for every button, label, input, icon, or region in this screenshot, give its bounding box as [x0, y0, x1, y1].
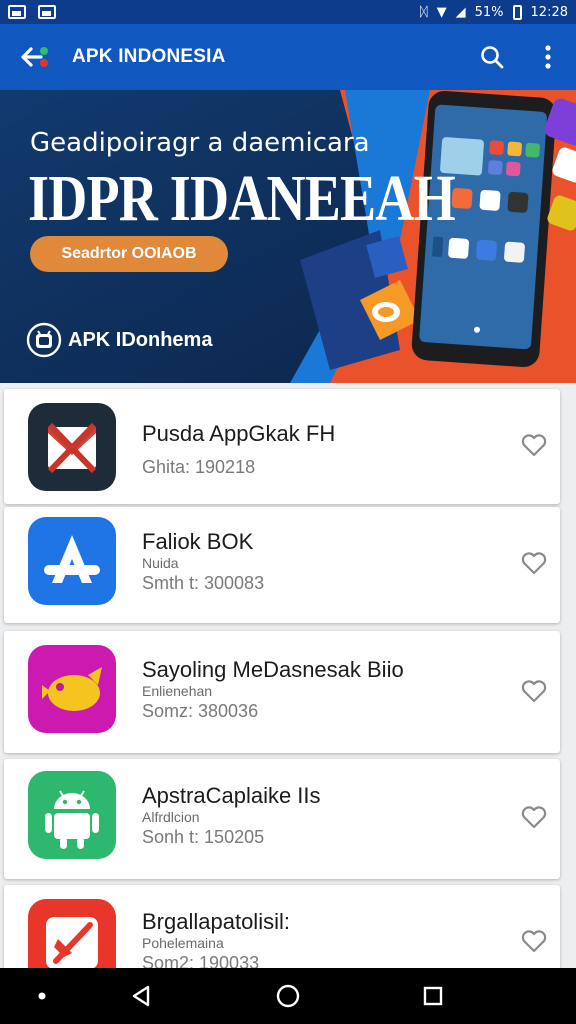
search-button[interactable]: [464, 29, 520, 85]
back-triangle-icon: [132, 985, 150, 1007]
app-size: Somz: 380036: [142, 701, 259, 721]
dot-icon: [38, 992, 46, 1000]
app-icon: [28, 517, 116, 605]
app-name: Faliok BOK: [142, 529, 254, 554]
banner-title: IDPR IDANEEAH: [28, 162, 456, 235]
favorite-heart-icon[interactable]: [520, 549, 548, 577]
nav-home-button[interactable]: [263, 968, 313, 1024]
more-options-button[interactable]: [520, 29, 576, 85]
nav-back-button[interactable]: [116, 968, 166, 1024]
battery-percent: 51%: [474, 4, 504, 20]
signal-icon: ◢: [455, 4, 466, 20]
banner-cta-button[interactable]: Seadrtor OOIAOB: [30, 236, 228, 272]
banner-headline: Geadipoiragr a daemicara: [30, 128, 370, 158]
list-item[interactable]: Pusda AppGkak FH Ghita: 190218: [4, 389, 560, 504]
list-item[interactable]: Faliok BOK Nuida Smth t: 300083: [4, 507, 560, 623]
clock: 12:28: [530, 4, 568, 20]
notification-image-icon: [8, 5, 26, 19]
system-nav-bar: [0, 968, 576, 1024]
app-subtitle: Alfrdlcion: [142, 809, 200, 825]
home-circle-icon: [276, 984, 300, 1008]
banner-brand: APK IDonhema: [26, 322, 212, 358]
recents-square-icon: [423, 986, 443, 1006]
list-item[interactable]: ApstraCaplaike IIs Alfrdlcion Sonh t: 15…: [4, 759, 560, 879]
app-icon: [28, 403, 116, 491]
app-brand-icon: [26, 322, 62, 358]
wifi-icon: ▼: [436, 4, 447, 20]
app-icon: [28, 645, 116, 733]
app-size: Sonh t: 150205: [142, 827, 265, 847]
banner-brand-label: APK IDonhema: [68, 328, 213, 351]
app-icon: [28, 899, 116, 968]
promo-banner[interactable]: Geadipoiragr a daemicara IDPR IDANEEAH S…: [0, 90, 576, 383]
app-subtitle: Enlienehan: [142, 683, 213, 699]
notification-image-icon: [38, 5, 56, 19]
app-subtitle: Pohelemaina: [142, 935, 224, 951]
app-logo-back-button[interactable]: [0, 24, 72, 90]
app-bar: APK INDONESIA: [0, 24, 576, 90]
favorite-heart-icon[interactable]: [520, 803, 548, 831]
nav-recents-button[interactable]: [408, 968, 458, 1024]
favorite-heart-icon[interactable]: [520, 431, 548, 459]
app-size: Smth t: 300083: [142, 573, 265, 593]
app-subtitle: Nuida: [142, 555, 179, 571]
app-name: Pusda AppGkak FH: [142, 421, 336, 446]
favorite-heart-icon[interactable]: [520, 677, 548, 705]
app-size: Ghita: 190218: [142, 457, 256, 477]
more-vert-icon: [545, 45, 551, 69]
app-name: Sayoling MeDasnesak Biio: [142, 657, 404, 682]
app-name: ApstraCaplaike IIs: [142, 783, 321, 808]
app-name: Brgallapatolisil:: [142, 909, 290, 934]
app-icon: [28, 771, 116, 859]
app-title: APK INDONESIA: [72, 46, 226, 67]
app-size: Som2: 190033: [142, 953, 260, 968]
list-item[interactable]: Brgallapatolisil: Pohelemaina Som2: 1900…: [4, 885, 560, 968]
battery-icon: [512, 4, 522, 20]
search-icon: [481, 46, 504, 69]
nav-dot-button[interactable]: [28, 968, 56, 1024]
favorite-heart-icon[interactable]: [520, 927, 548, 955]
list-item[interactable]: Sayoling MeDasnesak Biio Enlienehan Somz…: [4, 631, 560, 753]
app-logo-back-icon: [21, 47, 48, 67]
app-list: Pusda AppGkak FH Ghita: 190218 Faliok BO…: [0, 383, 576, 968]
status-bar: ᛞ ▼ ◢ 51% 12:28: [0, 0, 576, 24]
vibrate-icon: ᛞ: [419, 4, 428, 20]
